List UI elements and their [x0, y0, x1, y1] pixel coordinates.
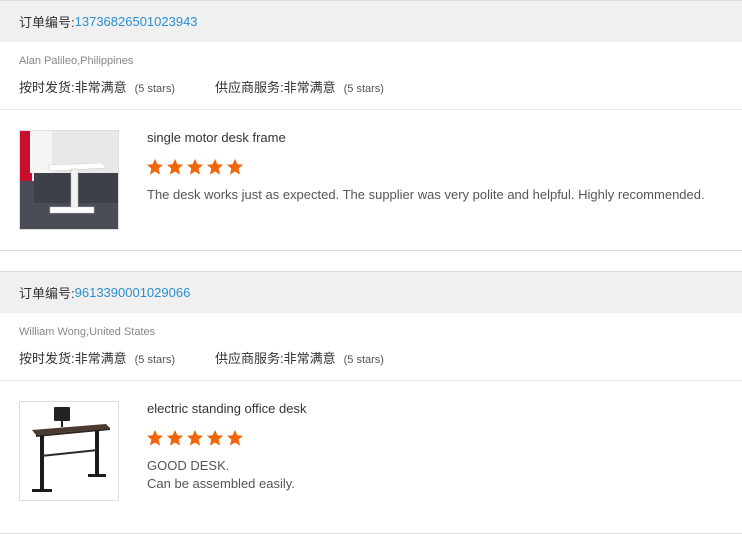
delivery-rating-value: 非常满意	[74, 351, 127, 366]
service-stars-note: (5 stars)	[343, 354, 384, 366]
review-card: 订单编号: 9613390001029066 William Wong,Unit…	[0, 271, 742, 534]
star-icon	[206, 429, 224, 446]
star-icon	[146, 158, 164, 175]
review-stars	[146, 429, 244, 447]
star-icon	[226, 429, 244, 446]
review-text: The desk works just as expected. The sup…	[147, 187, 705, 202]
delivery-rating-value: 非常满意	[74, 80, 127, 95]
star-icon	[186, 158, 204, 175]
review-card: 订单编号: 13736826501023943 Alan Palileo,Phi…	[0, 0, 742, 251]
buyer-name: Alan Palileo,Philippines	[19, 55, 134, 67]
order-number-link[interactable]: 9613390001029066	[75, 285, 191, 300]
delivery-rating-label: 按时发货:	[19, 351, 75, 366]
order-number-label: 订单编号:	[19, 15, 75, 30]
review-text: GOOD DESK. Can be assembled easily.	[147, 458, 295, 491]
service-rating: 供应商服务: 非常满意 (5 stars)	[215, 77, 384, 96]
product-thumbnail[interactable]	[19, 401, 119, 501]
buyer-name: William Wong,United States	[19, 326, 156, 338]
star-icon	[166, 429, 184, 446]
star-icon	[226, 158, 244, 175]
product-title[interactable]: electric standing office desk	[147, 401, 306, 416]
seller-ratings: 按时发货: 非常满意 (5 stars) 供应商服务: 非常满意 (5 star…	[19, 348, 384, 367]
product-title[interactable]: single motor desk frame	[147, 130, 286, 145]
order-number-link[interactable]: 13736826501023943	[75, 14, 198, 29]
order-header: 订单编号: 9613390001029066	[0, 272, 742, 313]
product-item: electric standing office desk GOOD DESK.…	[0, 381, 742, 521]
product-thumbnail[interactable]	[19, 130, 119, 230]
service-rating-label: 供应商服务:	[214, 351, 284, 366]
delivery-stars-note: (5 stars)	[134, 83, 175, 95]
service-rating-value: 非常满意	[283, 80, 336, 95]
delivery-stars-note: (5 stars)	[134, 354, 175, 366]
star-icon	[206, 158, 224, 175]
service-rating-label: 供应商服务:	[214, 80, 284, 95]
order-header: 订单编号: 13736826501023943	[0, 1, 742, 42]
buyer-info: William Wong,United States 按时发货: 非常满意 (5…	[0, 313, 742, 381]
delivery-rating: 按时发货: 非常满意 (5 stars)	[19, 348, 175, 367]
product-item: single motor desk frame The desk works j…	[0, 110, 742, 250]
order-number-label: 订单编号:	[19, 286, 75, 301]
seller-ratings: 按时发货: 非常满意 (5 stars) 供应商服务: 非常满意 (5 star…	[19, 77, 384, 96]
service-rating: 供应商服务: 非常满意 (5 stars)	[215, 348, 384, 367]
star-icon	[166, 158, 184, 175]
delivery-rating: 按时发货: 非常满意 (5 stars)	[19, 77, 175, 96]
service-rating-value: 非常满意	[283, 351, 336, 366]
service-stars-note: (5 stars)	[343, 83, 384, 95]
star-icon	[186, 429, 204, 446]
review-stars	[146, 158, 244, 176]
delivery-rating-label: 按时发货:	[19, 80, 75, 95]
star-icon	[146, 429, 164, 446]
buyer-info: Alan Palileo,Philippines 按时发货: 非常满意 (5 s…	[0, 42, 742, 110]
